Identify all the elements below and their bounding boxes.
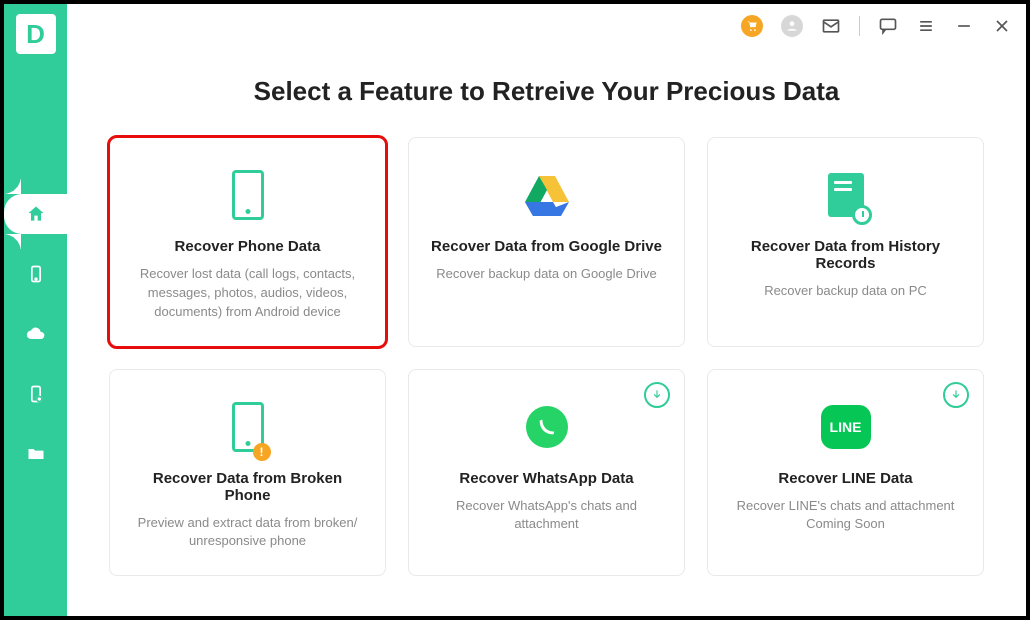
card-desc: Recover lost data (call logs, contacts, … — [128, 265, 367, 322]
minimize-button[interactable] — [954, 16, 974, 36]
mail-icon — [821, 16, 841, 36]
chat-icon — [878, 16, 898, 36]
device-restore-icon — [26, 384, 46, 404]
home-icon — [26, 204, 46, 224]
card-desc: Recover backup data on Google Drive — [436, 265, 656, 284]
broken-phone-feature-icon: ! — [232, 398, 264, 456]
feature-grid: Recover Phone Data Recover lost data (ca… — [109, 137, 984, 576]
gdrive-icon — [523, 174, 571, 216]
mail-button[interactable] — [821, 16, 841, 36]
sidebar-item-cloud[interactable] — [13, 314, 59, 354]
card-desc: Recover WhatsApp's chats and attachment — [427, 497, 666, 535]
whatsapp-feature-icon — [526, 398, 568, 456]
line-feature-icon: LINE — [821, 398, 871, 456]
cart-button[interactable] — [741, 15, 763, 37]
profile-button[interactable] — [781, 15, 803, 37]
minimize-icon — [954, 16, 974, 36]
folder-icon — [26, 444, 46, 464]
download-icon — [949, 388, 963, 402]
cart-icon — [745, 19, 759, 33]
card-desc: Preview and extract data from broken/ un… — [128, 514, 367, 552]
sidebar-item-folder[interactable] — [13, 434, 59, 474]
feedback-button[interactable] — [878, 16, 898, 36]
download-badge[interactable] — [644, 382, 670, 408]
app-logo: D — [16, 14, 56, 54]
card-desc: Recover backup data on PC — [764, 282, 927, 301]
sidebar-item-phone[interactable] — [13, 254, 59, 294]
card-recover-whatsapp[interactable]: Recover WhatsApp Data Recover WhatsApp's… — [408, 369, 685, 577]
card-title: Recover Phone Data — [175, 238, 321, 255]
phone-feature-icon — [232, 166, 264, 224]
phone-icon — [26, 264, 46, 284]
main-content: Select a Feature to Retreive Your Precio… — [67, 48, 1026, 616]
page-title: Select a Feature to Retreive Your Precio… — [109, 76, 984, 107]
card-desc: Recover LINE's chats and attachment Comi… — [726, 497, 965, 535]
card-title: Recover Data from Broken Phone — [128, 470, 367, 504]
history-feature-icon — [828, 166, 864, 224]
sidebar: D — [4, 4, 67, 616]
card-title: Recover Data from Google Drive — [431, 238, 662, 255]
user-icon — [785, 19, 799, 33]
card-title: Recover Data from History Records — [726, 238, 965, 272]
card-recover-history-records[interactable]: Recover Data from History Records Recove… — [707, 137, 984, 347]
card-title: Recover WhatsApp Data — [459, 470, 633, 487]
download-icon — [650, 388, 664, 402]
card-title: Recover LINE Data — [778, 470, 912, 487]
download-badge[interactable] — [943, 382, 969, 408]
cloud-icon — [26, 324, 46, 344]
titlebar-divider — [859, 16, 860, 36]
sidebar-item-device-restore[interactable] — [13, 374, 59, 414]
card-recover-phone-data[interactable]: Recover Phone Data Recover lost data (ca… — [109, 137, 386, 347]
menu-icon — [916, 16, 936, 36]
menu-button[interactable] — [916, 16, 936, 36]
line-icon: LINE — [821, 405, 871, 449]
card-recover-line[interactable]: LINE Recover LINE Data Recover LINE's ch… — [707, 369, 984, 577]
gdrive-feature-icon — [523, 166, 571, 224]
alert-icon: ! — [253, 443, 271, 461]
sidebar-item-home[interactable] — [4, 194, 67, 234]
card-recover-broken-phone[interactable]: ! Recover Data from Broken Phone Preview… — [109, 369, 386, 577]
titlebar — [67, 4, 1026, 48]
whatsapp-icon — [536, 416, 558, 438]
close-button[interactable] — [992, 16, 1012, 36]
app-window: D — [4, 4, 1026, 616]
close-icon — [992, 16, 1012, 36]
card-recover-google-drive[interactable]: Recover Data from Google Drive Recover b… — [408, 137, 685, 347]
